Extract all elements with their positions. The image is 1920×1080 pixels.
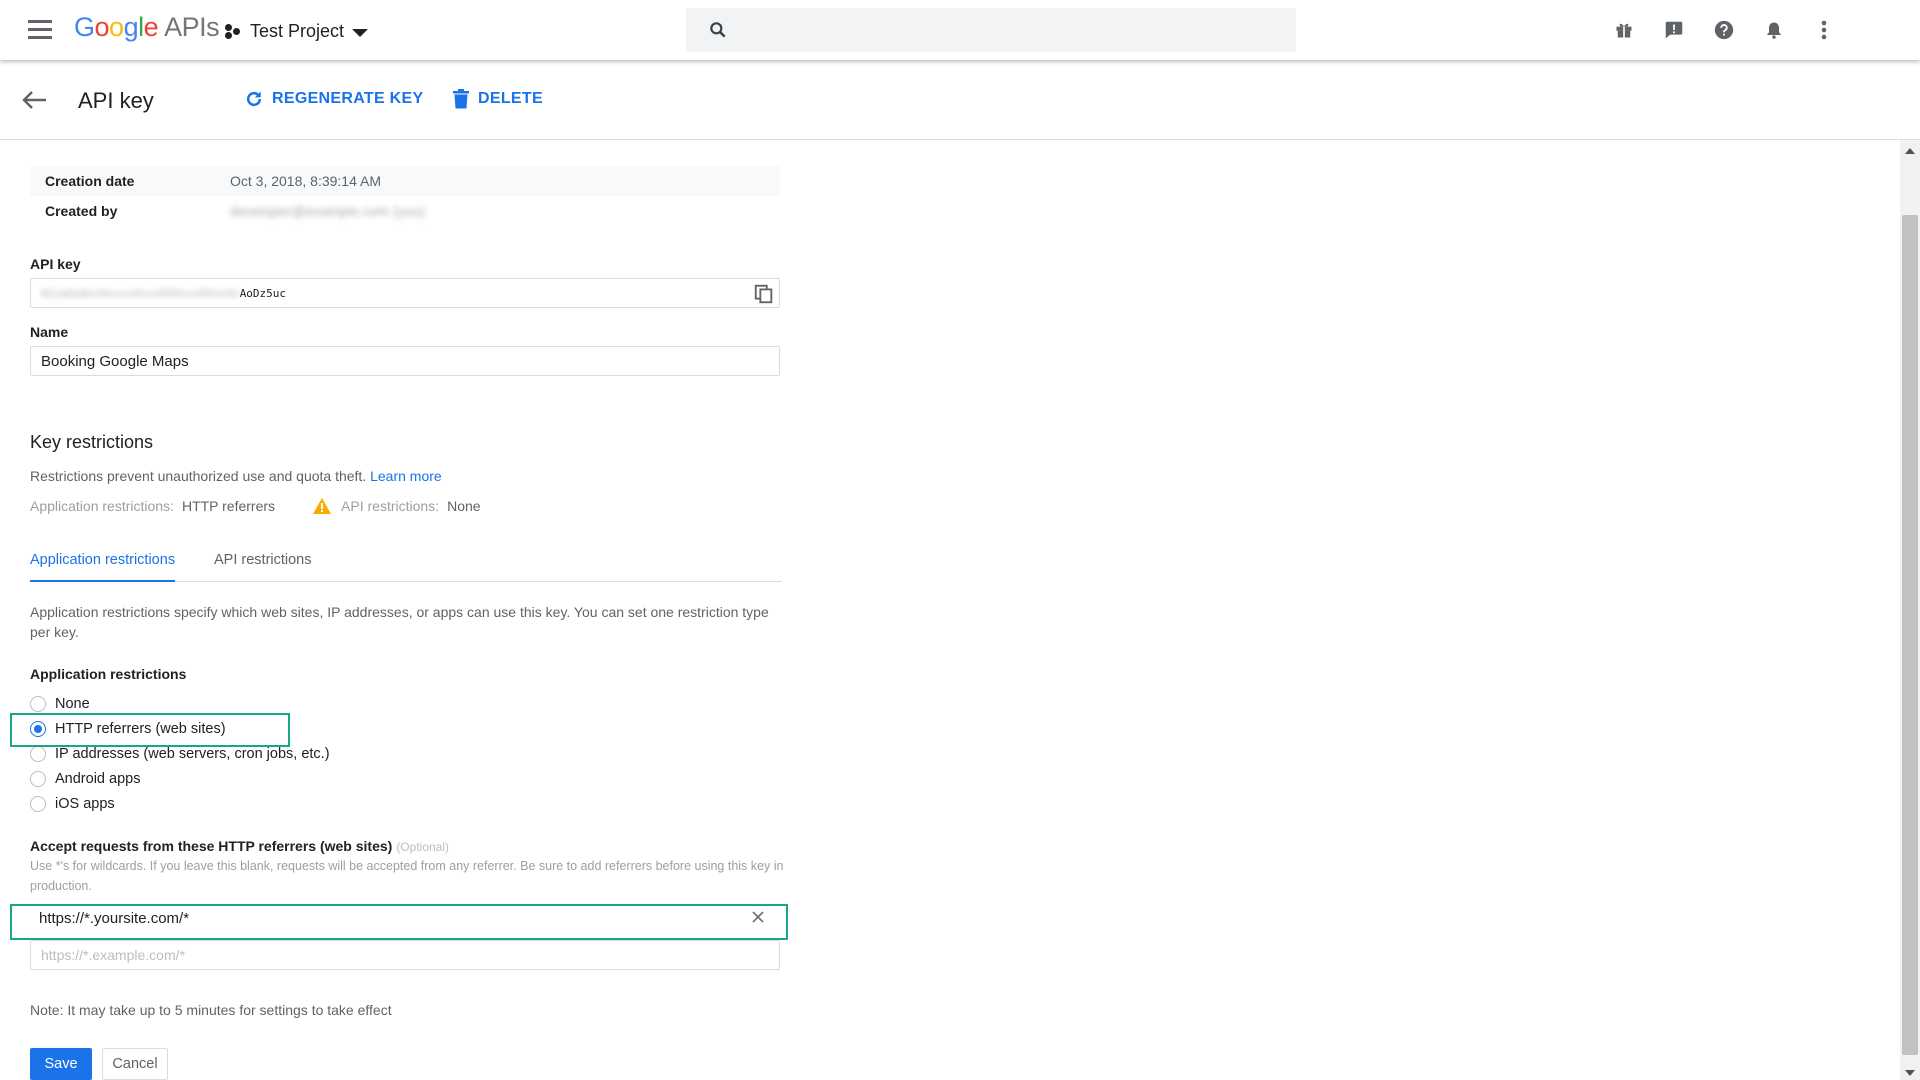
api-restrictions-summary-value: None	[447, 498, 481, 514]
help-icon[interactable]	[1710, 15, 1738, 45]
created-by-row: Created by developer@example.com (you)	[30, 196, 780, 226]
referrers-heading: Accept requests from these HTTP referrer…	[30, 838, 449, 854]
scroll-down-arrow-icon[interactable]	[1905, 1070, 1915, 1076]
refresh-icon	[246, 91, 262, 107]
radio-button[interactable]	[30, 771, 46, 787]
application-restrictions-description: Application restrictions specify which w…	[30, 604, 769, 640]
radio-http-referrers[interactable]: HTTP referrers (web sites)	[30, 719, 226, 739]
top-app-bar: Google APIs Test Project	[0, 0, 1920, 60]
caret-down-icon	[352, 28, 369, 37]
regenerate-key-button[interactable]: REGENERATE KEY	[244, 89, 423, 109]
vertical-scrollbar[interactable]	[1900, 140, 1920, 1080]
regenerate-key-label: REGENERATE KEY	[272, 90, 424, 107]
api-restrictions-summary-label: API restrictions:	[341, 498, 440, 514]
learn-more-link[interactable]: Learn more	[370, 468, 442, 484]
warning-icon	[313, 498, 332, 514]
google-apis-logo[interactable]: Google APIs	[74, 12, 220, 43]
creation-date-label: Creation date	[45, 173, 135, 189]
cancel-button[interactable]: Cancel	[102, 1048, 168, 1080]
page-title: API key	[78, 88, 154, 113]
optional-tag: (Optional)	[396, 840, 449, 854]
radio-button[interactable]	[30, 746, 46, 762]
back-arrow-icon[interactable]	[20, 88, 48, 112]
radio-button[interactable]	[30, 796, 46, 812]
tab-application-restrictions[interactable]: Application restrictions	[30, 548, 176, 582]
created-by-value: developer@example.com (you)	[230, 203, 425, 219]
close-icon[interactable]	[750, 909, 766, 925]
radio-label: iOS apps	[55, 796, 115, 812]
tab-api-restrictions[interactable]: API restrictions	[214, 548, 312, 582]
logo-google: Google	[74, 12, 159, 42]
gift-icon[interactable]	[1610, 15, 1638, 45]
radio-none[interactable]: None	[30, 694, 90, 714]
copy-icon[interactable]	[753, 283, 775, 305]
key-restrictions-heading: Key restrictions	[30, 432, 154, 452]
save-button[interactable]: Save	[30, 1048, 92, 1080]
radio-button[interactable]	[30, 696, 46, 712]
radio-android-apps[interactable]: Android apps	[30, 769, 140, 789]
notifications-icon[interactable]	[1760, 15, 1788, 45]
created-by-label: Created by	[45, 203, 118, 219]
project-selector[interactable]: Test Project	[224, 19, 369, 43]
radio-ios-apps[interactable]: iOS apps	[30, 794, 115, 814]
referrers-heading-text: Accept requests from these HTTP referrer…	[30, 838, 393, 854]
key-restrictions-description: Restrictions prevent unauthorized use an…	[30, 468, 442, 484]
referrer-entry[interactable]: https://*.yoursite.com/*	[30, 903, 780, 933]
app-restrictions-summary-label: Application restrictions:	[30, 498, 174, 514]
more-vert-icon[interactable]	[1810, 15, 1838, 45]
name-label: Name	[30, 324, 69, 340]
referrer-value: https://*.yoursite.com/*	[39, 909, 190, 927]
radio-ip-addresses[interactable]: IP addresses (web servers, cron jobs, et…	[30, 744, 330, 764]
creation-date-row: Creation date Oct 3, 2018, 8:39:14 AM	[30, 166, 780, 196]
page-header: API key REGENERATE KEY DELETE	[0, 60, 1920, 140]
logo-apis: APIs	[164, 12, 220, 42]
radio-label: Android apps	[55, 771, 141, 787]
radio-label: HTTP referrers (web sites)	[55, 721, 226, 737]
app-restrictions-summary-value: HTTP referrers	[181, 498, 276, 514]
radio-label: None	[55, 696, 90, 712]
key-metadata-table: Creation date Oct 3, 2018, 8:39:14 AM Cr…	[30, 166, 780, 226]
radio-label: IP addresses (web servers, cron jobs, et…	[55, 746, 330, 762]
search-icon	[710, 22, 726, 38]
api-key-field[interactable]: AIzaSyAxxXxxxxXxxxXXXxxxXXxxXx AoDz5uc	[30, 278, 780, 308]
application-restrictions-heading: Application restrictions	[30, 666, 187, 682]
radio-button-selected[interactable]	[30, 721, 46, 737]
referrers-help-text: Use *'s for wildcards. If you leave this…	[30, 859, 784, 893]
delete-label: DELETE	[478, 90, 543, 107]
api-key-hidden-part: AIzaSyAxxXxxxxXxxxXXXxxxXXxxXx	[41, 286, 240, 300]
restrictions-tabs: Application restrictions API restriction…	[30, 548, 782, 582]
api-key-label: API key	[30, 256, 81, 272]
settings-note: Note: It may take up to 5 minutes for se…	[30, 1002, 392, 1018]
top-bar-actions	[1610, 15, 1838, 45]
name-input[interactable]: Booking Google Maps	[30, 346, 780, 376]
creation-date-value: Oct 3, 2018, 8:39:14 AM	[230, 173, 381, 189]
search-bar[interactable]	[686, 8, 1296, 52]
key-restrictions-text: Restrictions prevent unauthorized use an…	[30, 468, 367, 484]
delete-button[interactable]: DELETE	[452, 89, 543, 109]
new-referrer-input[interactable]: https://*.example.com/*	[30, 940, 780, 970]
scroll-up-arrow-icon[interactable]	[1905, 148, 1915, 154]
trash-icon	[453, 89, 469, 109]
scrollbar-thumb[interactable]	[1902, 215, 1918, 1055]
project-name: Test Project	[250, 20, 345, 41]
restrictions-summary: Application restrictions: HTTP referrers…	[30, 498, 481, 514]
feedback-icon[interactable]	[1660, 15, 1688, 45]
api-key-visible-part: AoDz5uc	[239, 286, 287, 300]
hamburger-menu-icon[interactable]	[22, 17, 58, 43]
project-icon	[224, 22, 242, 40]
